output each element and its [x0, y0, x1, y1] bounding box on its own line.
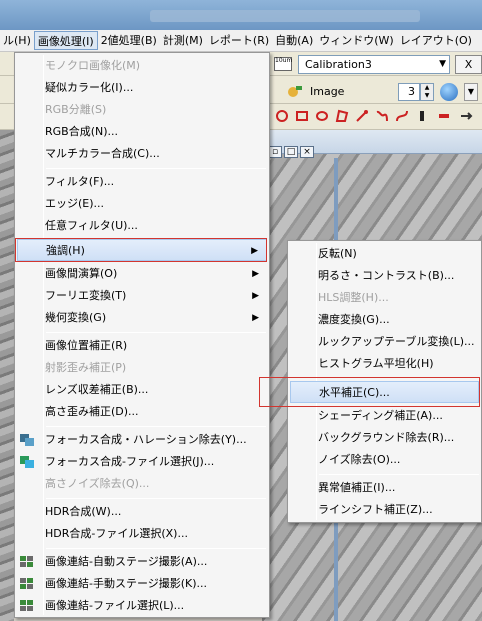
- submenu-arrow-icon: ▶: [252, 313, 259, 323]
- menu-item-height-noise: 高さノイズ除去(Q)...: [45, 477, 150, 490]
- menu-item-pseudo-color[interactable]: 疑似カラー化(I)...: [17, 77, 267, 99]
- menu-item-edge[interactable]: エッジ(E)...: [17, 193, 267, 215]
- submenu-item-brightness-contrast[interactable]: 明るさ・コントラスト(B)...: [290, 265, 479, 287]
- submenu-item-background[interactable]: バックグラウンド除去(R)...: [290, 427, 479, 449]
- polygon-icon[interactable]: [334, 108, 350, 124]
- menu-item-label: 画像連結-自動ステージ撮影(A)...: [45, 555, 208, 568]
- menu-layout[interactable]: レイアウト(O): [397, 31, 475, 50]
- calibration-icon[interactable]: 10um: [274, 57, 292, 71]
- menu-window[interactable]: ウィンドウ(W): [316, 31, 396, 50]
- menu-item-label: 幾何変換(G): [45, 311, 107, 324]
- calibration-dropdown[interactable]: Calibration3 ▼: [298, 55, 450, 74]
- focus-file-icon: [20, 456, 34, 468]
- menu-binary[interactable]: 2値処理(B): [98, 31, 160, 50]
- menu-measure[interactable]: 計測(M): [160, 31, 206, 50]
- maximize-button[interactable]: □: [284, 146, 298, 158]
- bar-icon[interactable]: [414, 108, 430, 124]
- title-bar: [0, 0, 482, 30]
- menu-item-rgb-split: RGB分離(S): [45, 103, 107, 116]
- image-processing-menu: モノクロ画像化(M) 疑似カラー化(I)... RGB分離(S) RGB合成(N…: [14, 52, 270, 618]
- close-button[interactable]: X: [455, 55, 482, 74]
- submenu-arrow-icon: ▶: [252, 269, 259, 279]
- menu-item-image-arithmetic[interactable]: 画像間演算(O) ▶: [17, 263, 267, 285]
- menu-auto[interactable]: 自動(A): [272, 31, 316, 50]
- submenu-item-lut[interactable]: ルックアップテーブル変換(L)...: [290, 331, 479, 353]
- menu-item-label: フォーカス合成-ファイル選択(J)...: [45, 455, 215, 468]
- freehand-icon[interactable]: [374, 108, 390, 124]
- submenu-item-density[interactable]: 濃度変換(G)...: [290, 309, 479, 331]
- toolbar-overflow-button[interactable]: ▼: [464, 83, 478, 101]
- menu-image-processing[interactable]: 画像処理(I): [33, 31, 98, 50]
- menu-item-position-correction[interactable]: 画像位置補正(R): [17, 335, 267, 357]
- menu-item-geometric[interactable]: 幾何変換(G) ▶: [17, 307, 267, 329]
- submenu-item-hls: HLS調整(H)...: [318, 291, 389, 304]
- menu-item-label: 画像連結-ファイル選択(L)...: [45, 599, 185, 612]
- image-canvas-background: [0, 130, 14, 621]
- menu-item-mono: モノクロ画像化(M): [45, 59, 141, 72]
- stitch-auto-icon: [20, 556, 33, 567]
- menu-item-projection-correction: 射影歪み補正(P): [45, 361, 127, 374]
- menu-separator: [46, 548, 266, 549]
- menu-separator: [46, 332, 266, 333]
- menu-separator: [319, 474, 479, 475]
- menu-item-filter[interactable]: フィルタ(F)...: [17, 171, 267, 193]
- menu-report[interactable]: レポート(R): [206, 31, 272, 50]
- menu-item-custom-filter[interactable]: 任意フィルタ(U)...: [17, 215, 267, 237]
- menu-item-stitch-auto[interactable]: 画像連結-自動ステージ撮影(A)...: [17, 551, 267, 573]
- image-number-stepper[interactable]: ▲ ▼: [420, 83, 434, 101]
- stitch-file-icon: [20, 600, 33, 611]
- close-window-button[interactable]: ×: [300, 146, 314, 158]
- target-icon[interactable]: [274, 108, 290, 124]
- menu-item-multicolor[interactable]: マルチカラー合成(C)...: [17, 143, 267, 165]
- arrow-icon[interactable]: [458, 108, 474, 124]
- menu-item-label: 画像間演算(O): [45, 267, 118, 280]
- image-number-field[interactable]: 3: [398, 83, 420, 101]
- calibration-value: Calibration3: [305, 58, 372, 71]
- rectangle-icon[interactable]: [294, 108, 310, 124]
- highlight-box-horizontal: [259, 377, 480, 407]
- curve-icon[interactable]: [394, 108, 410, 124]
- menu-item-label: 画像連結-手動ステージ撮影(K)...: [45, 577, 208, 590]
- magic-wand-icon[interactable]: [354, 108, 370, 124]
- menu-item-lens-aberration[interactable]: レンズ収差補正(B)...: [17, 379, 267, 401]
- submenu-item-histogram-eq[interactable]: ヒストグラム平坦化(H): [290, 353, 479, 375]
- submenu-arrow-icon: ▶: [252, 291, 259, 301]
- restore-button[interactable]: ▫: [268, 146, 282, 158]
- menu-separator: [46, 426, 266, 427]
- menu-item-label: フォーカス合成・ハレーション除去(Y)...: [45, 433, 247, 446]
- menu-item-stitch-file[interactable]: 画像連結-ファイル選択(L)...: [17, 595, 267, 617]
- menu-item-height-distortion[interactable]: 高さ歪み補正(D)...: [17, 401, 267, 423]
- menu-separator: [46, 168, 266, 169]
- menu-item-rgb-compose[interactable]: RGB合成(N)...: [17, 121, 267, 143]
- submenu-item-outlier[interactable]: 異常値補正(I)...: [290, 477, 479, 499]
- submenu-item-shading[interactable]: シェーディング補正(A)...: [290, 405, 479, 427]
- menu-item-hdr-file[interactable]: HDR合成-ファイル選択(X)...: [17, 523, 267, 545]
- submenu-item-noise[interactable]: ノイズ除去(O)...: [290, 449, 479, 471]
- menu-item-label: フーリエ変換(T): [45, 289, 127, 302]
- menu-item-stitch-manual[interactable]: 画像連結-手動ステージ撮影(K)...: [17, 573, 267, 595]
- menu-item-focus-halation[interactable]: フォーカス合成・ハレーション除去(Y)...: [17, 429, 267, 451]
- menu-tool[interactable]: ル(H): [0, 31, 34, 50]
- menu-bar: ル(H) 画像処理(I) 2値処理(B) 計測(M) レポート(R) 自動(A)…: [0, 30, 482, 52]
- stitch-manual-icon: [20, 578, 33, 589]
- menu-item-focus-file[interactable]: フォーカス合成-ファイル選択(J)...: [17, 451, 267, 473]
- title-text-blurred: [150, 10, 420, 22]
- chevron-down-icon: ▼: [439, 59, 446, 69]
- image-select-icon[interactable]: [287, 84, 303, 98]
- globe-icon[interactable]: [440, 83, 458, 101]
- focus-stack-icon: [20, 434, 34, 446]
- image-label: Image: [310, 85, 345, 98]
- highlight-box-enhance: [15, 238, 267, 262]
- menu-item-hdr[interactable]: HDR合成(W)...: [17, 501, 267, 523]
- color-bar-icon[interactable]: [436, 108, 452, 124]
- ellipse-icon[interactable]: [314, 108, 330, 124]
- submenu-item-line-shift[interactable]: ラインシフト補正(Z)...: [290, 499, 479, 521]
- menu-item-fourier[interactable]: フーリエ変換(T) ▶: [17, 285, 267, 307]
- submenu-item-invert[interactable]: 反転(N): [290, 243, 479, 265]
- menu-separator: [46, 498, 266, 499]
